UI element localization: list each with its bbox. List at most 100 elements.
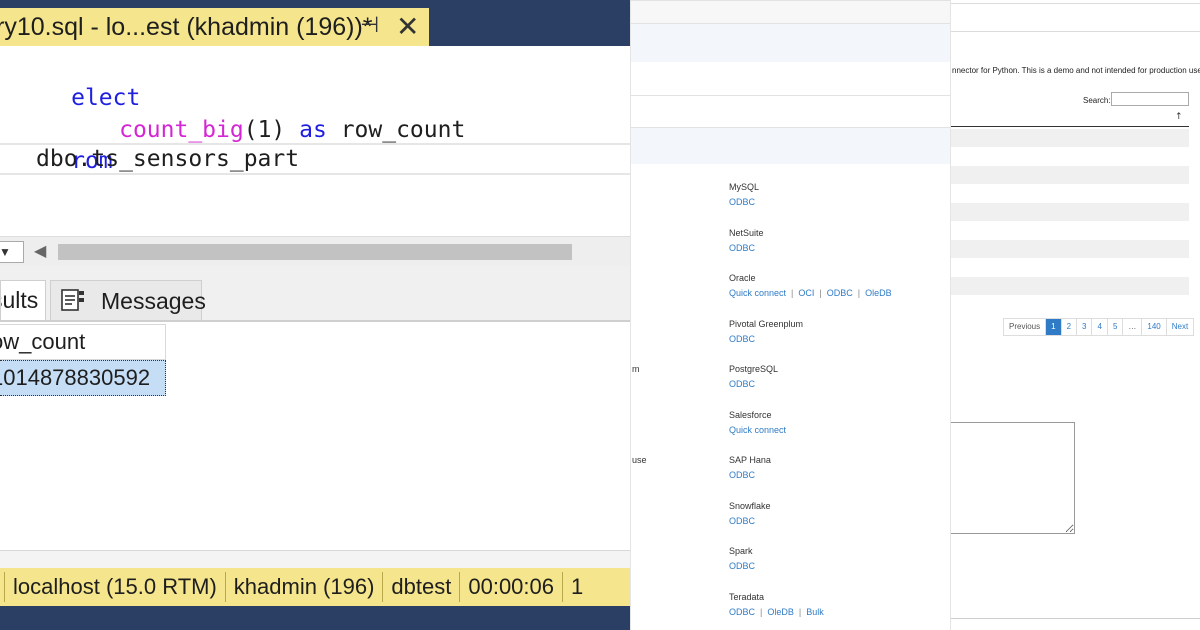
function-count-big: count_big (119, 117, 244, 143)
query-editor[interactable]: elect count_big(1) as row_count rom dbo.… (0, 46, 630, 236)
connector-links: ODBC (729, 334, 755, 344)
connector-name: Teradata (729, 592, 765, 602)
status-divider (0, 550, 630, 568)
editor-horizontal-scrollbar[interactable]: ▼ ◀ (0, 236, 630, 266)
pagination: Previous 1 2 3 4 5 … 140 Next (1003, 318, 1195, 336)
connector-link[interactable]: ODBC (729, 607, 755, 617)
connector-link[interactable]: OleDB (767, 607, 794, 617)
tab-results[interactable]: sults (0, 280, 46, 320)
status-server: localhost (15.0 RTM) (13, 574, 217, 599)
grid-column-header-label: ow_count (0, 329, 86, 354)
query-tab-title: ry10.sql - lo...est (khadmin (196))* (0, 13, 373, 41)
sort-arrow-icon[interactable]: ↑ (1175, 112, 1183, 122)
table-row[interactable] (951, 166, 1189, 184)
connector-links: Quick connect | OCI | ODBC | OleDB (729, 288, 892, 298)
search-label: Search: (1083, 96, 1111, 105)
connector-link[interactable]: Quick connect (729, 288, 786, 298)
connector-name: Salesforce (729, 410, 772, 420)
connector-link[interactable]: OleDB (865, 288, 892, 298)
table-name: dbo.ts_sensors_part (36, 146, 300, 172)
connector-link[interactable]: ODBC (729, 243, 755, 253)
grid-column-header[interactable]: ow_count (0, 324, 166, 360)
column-alias: row_count (340, 117, 466, 143)
pagination-page-2[interactable]: 2 (1061, 319, 1078, 335)
scroll-thumb[interactable] (58, 244, 572, 260)
code-line-3: rom (0, 113, 113, 174)
connector-link[interactable]: Bulk (806, 607, 824, 617)
query-status-bar: localhost (15.0 RTM) khadmin (196) dbtes… (0, 568, 630, 606)
search-input[interactable] (1111, 92, 1189, 106)
connector-links: ODBC (729, 379, 755, 389)
table-header-rule (951, 126, 1189, 127)
connector-link[interactable]: ODBC (729, 470, 755, 480)
connector-link[interactable]: ODBC (729, 197, 755, 207)
results-grid: ow_count 1014878830592 (0, 322, 630, 550)
divider (951, 3, 1200, 4)
text-fragment: m (632, 364, 640, 374)
status-separator (562, 572, 563, 602)
connector-link[interactable]: OCI (798, 288, 814, 298)
divider (951, 618, 1200, 619)
connector-link[interactable]: ODBC (729, 334, 755, 344)
connector-links: ODBC | OleDB | Bulk (729, 607, 824, 617)
connector-links: ODBC (729, 516, 755, 526)
connector-links: Quick connect (729, 425, 786, 435)
app-status-strip (0, 606, 630, 630)
grid-cell-value: 1014878830592 (0, 365, 151, 390)
connector-name: PostgreSQL (729, 364, 779, 374)
connector-name: Snowflake (729, 501, 771, 511)
pin-icon[interactable]: ⊣ (360, 13, 379, 38)
pagination-page-5[interactable]: 5 (1107, 319, 1124, 335)
connector-link[interactable]: ODBC (729, 561, 755, 571)
connector-links: ODBC (729, 197, 755, 207)
link-separator: | (760, 607, 763, 617)
connector-link[interactable]: ODBC (729, 379, 755, 389)
link-separator: | (857, 288, 861, 298)
connector-name: MySQL (729, 182, 760, 192)
status-separator (4, 572, 5, 602)
grid-cell-selected[interactable]: 1014878830592 (0, 360, 166, 396)
zoom-dropdown[interactable]: ▼ (0, 241, 24, 263)
close-icon[interactable]: ✕ (396, 10, 419, 43)
pagination-page-4[interactable]: 4 (1092, 319, 1108, 335)
ssms-window: ry10.sql - lo...est (khadmin (196))* ⊣ ✕… (0, 0, 630, 630)
pagination-page-3[interactable]: 3 (1077, 319, 1093, 335)
messages-icon (61, 289, 84, 311)
pagination-page-1[interactable]: 1 (1046, 319, 1062, 335)
datatable-panel: nnector for Python. This is a demo and n… (950, 0, 1200, 630)
text-fragment: use (632, 455, 647, 465)
connector-link[interactable]: Quick connect (729, 425, 786, 435)
connector-link[interactable]: ODBC (827, 288, 853, 298)
link-separator: | (791, 288, 794, 298)
chevron-down-icon: ▼ (0, 245, 11, 259)
tab-messages[interactable]: Messages (50, 280, 206, 320)
status-database: dbtest (391, 574, 452, 599)
output-textarea[interactable] (951, 422, 1075, 534)
divider (631, 95, 950, 96)
table-row[interactable] (951, 277, 1189, 295)
status-separator (382, 572, 384, 602)
tab-results-label: sults (1, 287, 39, 313)
connector-name: SAP Hana (729, 455, 771, 465)
table-row[interactable] (951, 203, 1189, 221)
demo-notice: nnector for Python. This is a demo and n… (952, 66, 1200, 75)
pagination-page-140[interactable]: 140 (1142, 319, 1167, 335)
table-row[interactable] (951, 240, 1189, 258)
connector-name: NetSuite (729, 228, 764, 238)
status-elapsed: 00:00:06 (468, 574, 554, 599)
pagination-next[interactable]: Next (1166, 319, 1194, 335)
link-separator: | (819, 288, 822, 298)
connector-links: ODBC (729, 470, 755, 480)
scroll-left-icon[interactable]: ◀ (34, 241, 46, 261)
pagination-previous[interactable]: Previous (1004, 319, 1047, 335)
table-row[interactable] (951, 129, 1189, 147)
code-line-4-current: dbo.ts_sensors_part (0, 143, 630, 175)
status-separator (224, 572, 226, 602)
query-document-tab[interactable]: ry10.sql - lo...est (khadmin (196))* ⊣ ✕ (0, 8, 429, 46)
divider (951, 31, 1200, 32)
connector-name: Spark (729, 546, 753, 556)
connector-link[interactable]: ODBC (729, 516, 755, 526)
connector-links: ODBC (729, 243, 755, 253)
link-separator: | (798, 607, 802, 617)
status-rows: 1 (571, 574, 584, 599)
